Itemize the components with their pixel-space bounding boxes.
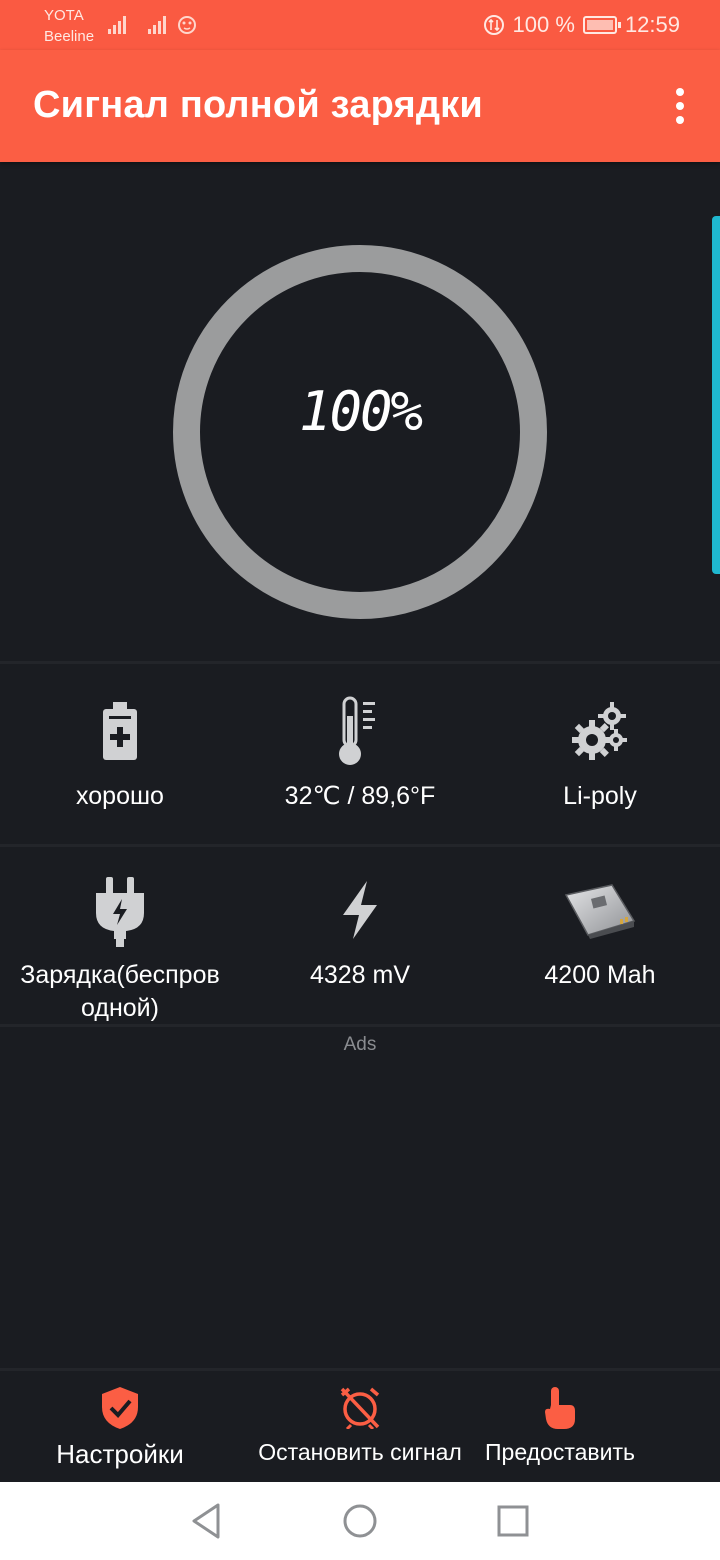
clock: 12:59	[624, 12, 680, 37]
lion-app-icon	[178, 16, 196, 34]
signal-2-icon	[148, 14, 166, 34]
voltage-cell: 4328 mV	[240, 847, 480, 1025]
app-screen: YOTA Beeline 100 % 12:59 Сигнал полной з…	[0, 0, 720, 1560]
technology-cell: Li-poly	[480, 664, 720, 844]
system-nav-bar	[0, 1482, 720, 1560]
recents-icon[interactable]	[496, 1502, 530, 1540]
thermometer-icon	[339, 696, 375, 765]
data-saver-icon	[483, 15, 504, 35]
app-toolbar: Сигнал полной зарядки	[0, 50, 720, 162]
status-right: 100 % 12:59	[483, 12, 680, 38]
page-title: Сигнал полной зарядки	[33, 84, 483, 126]
charge-percent: 100%	[298, 380, 423, 443]
status-bar: YOTA Beeline 100 % 12:59	[0, 0, 720, 50]
temperature-label: 32℃ / 89,6°F	[284, 782, 436, 810]
carrier-2: Beeline	[44, 28, 95, 45]
shield-check-icon	[102, 1387, 138, 1429]
settings-button[interactable]: Настройки	[0, 1371, 240, 1485]
touch-hand-icon	[545, 1387, 575, 1429]
battery-percent: 100 %	[512, 12, 575, 37]
lightning-icon	[343, 881, 377, 939]
plug-icon	[96, 877, 144, 947]
provide-label: Предоставить	[485, 1439, 635, 1465]
carrier-1: YOTA	[44, 7, 84, 24]
technology-label: Li-poly	[563, 782, 637, 810]
health-cell: хорошо	[0, 664, 240, 844]
more-vert-icon[interactable]	[674, 88, 686, 124]
temperature-cell: 32℃ / 89,6°F	[240, 664, 480, 844]
ads-label: Ads	[343, 1034, 377, 1055]
scroll-indicator	[712, 216, 720, 574]
battery-pack-icon	[564, 884, 636, 939]
alarm-off-icon	[340, 1387, 380, 1429]
charging-cell: Зарядка(беспров одной)	[0, 847, 240, 1025]
signal-1-icon	[108, 14, 126, 34]
health-label: хорошо	[76, 782, 164, 810]
battery-icon	[582, 16, 621, 34]
carrier-info: YOTA Beeline	[44, 5, 94, 47]
back-icon[interactable]	[190, 1502, 222, 1540]
settings-label: Настройки	[56, 1439, 184, 1469]
charging-label: Зарядка(беспров одной)	[20, 961, 220, 1022]
battery-plus-icon	[103, 702, 137, 760]
stop-alarm-button[interactable]: Остановить сигнал	[240, 1371, 480, 1485]
home-icon[interactable]	[342, 1502, 378, 1540]
stop-alarm-label: Остановить сигнал	[258, 1439, 462, 1465]
gears-icon	[572, 702, 627, 760]
provide-button[interactable]: Предоставить	[480, 1371, 640, 1485]
capacity-label: 4200 Mah	[544, 961, 656, 989]
capacity-cell: 4200 Mah	[480, 847, 720, 1025]
divider	[0, 1024, 720, 1027]
voltage-label: 4328 mV	[309, 961, 411, 989]
bottom-action-bar: Настройки Остановить сигнал Предоставить	[0, 1368, 720, 1482]
